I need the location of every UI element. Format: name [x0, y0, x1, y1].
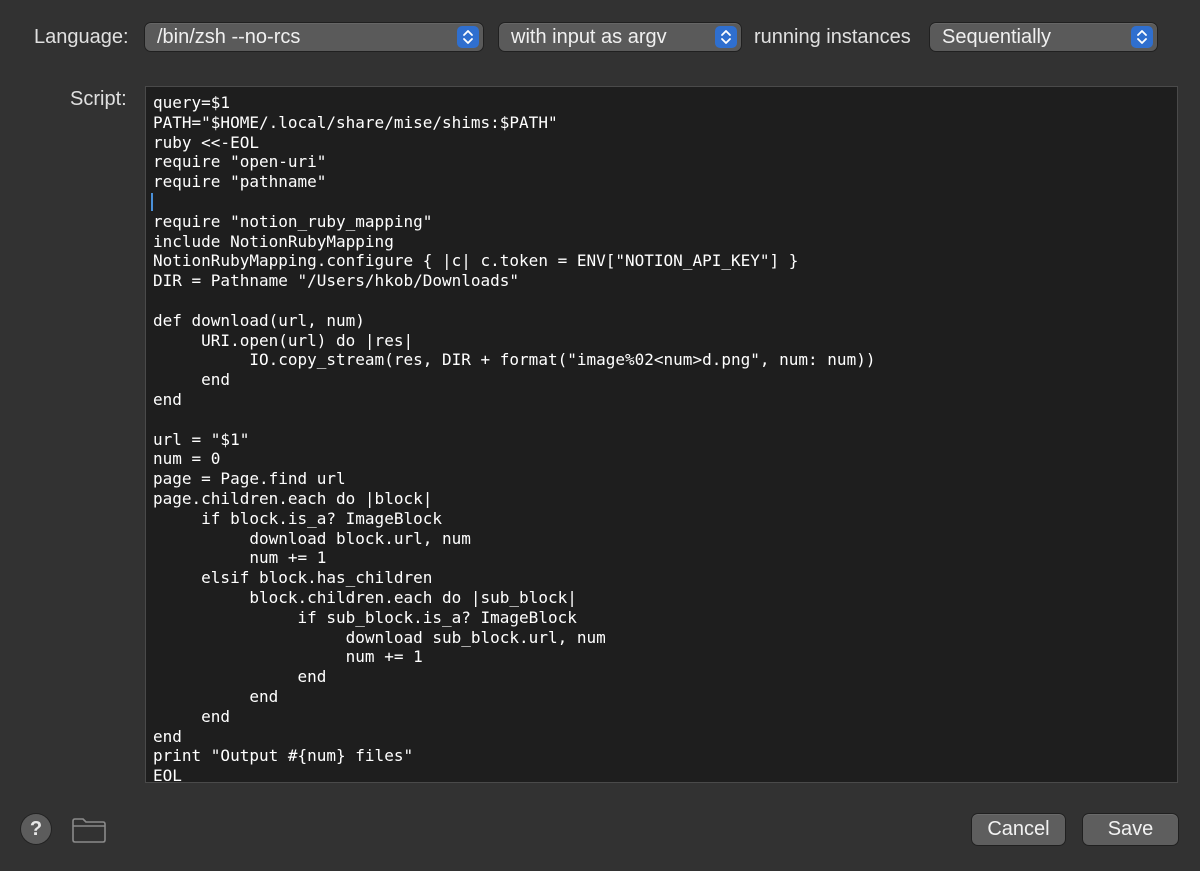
language-select-value: /bin/zsh --no-rcs	[157, 26, 301, 48]
script-settings-window: Language: /bin/zsh --no-rcs with input a…	[0, 0, 1200, 871]
running-instances-select-value: Sequentially	[942, 26, 1051, 48]
running-instances-select[interactable]: Sequentially	[930, 23, 1157, 51]
script-editor[interactable]: query=$1 PATH="$HOME/.local/share/mise/s…	[145, 86, 1178, 783]
script-label: Script:	[70, 88, 127, 110]
script-code[interactable]: query=$1 PATH="$HOME/.local/share/mise/s…	[146, 87, 1177, 782]
chevron-up-down-icon	[715, 26, 737, 48]
language-select[interactable]: /bin/zsh --no-rcs	[145, 23, 483, 51]
help-button[interactable]: ?	[21, 814, 51, 844]
running-instances-label: running instances	[754, 26, 911, 48]
save-button[interactable]: Save	[1083, 814, 1178, 845]
input-mode-select-value: with input as argv	[511, 26, 667, 48]
folder-icon[interactable]	[71, 816, 107, 844]
chevron-up-down-icon	[1131, 26, 1153, 48]
language-label: Language:	[34, 26, 129, 48]
chevron-up-down-icon	[457, 26, 479, 48]
text-caret	[151, 193, 153, 211]
input-mode-select[interactable]: with input as argv	[499, 23, 741, 51]
cancel-button[interactable]: Cancel	[972, 814, 1065, 845]
